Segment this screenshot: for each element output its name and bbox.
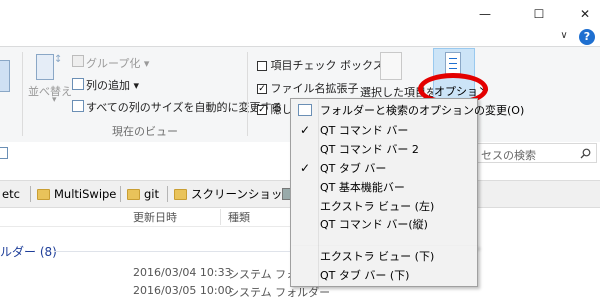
file-extension-checkbox[interactable]: ✓ <box>257 84 267 94</box>
folder-icon <box>127 188 140 200</box>
add-column-label: 列の追加 <box>86 79 130 92</box>
menu-item-qt-command-bar-vertical[interactable]: QT コマンド バー(縦) <box>292 214 476 233</box>
size-all-columns-button[interactable]: すべての列のサイズを自動的に変更する <box>86 99 282 115</box>
options-icon-line <box>449 58 457 59</box>
options-dropdown-menu: フォルダーと検索のオプションの変更(O) ✓ QT コマンド バー QT コマン… <box>290 98 524 248</box>
row-date: 2016/03/05 10:00 <box>133 284 232 297</box>
sort-button[interactable]: ↕ <box>36 54 63 80</box>
tab-etc[interactable]: etc <box>2 181 20 207</box>
menu-item-qt-command-bar[interactable]: ✓ QT コマンド バー <box>292 120 476 139</box>
search-icon[interactable] <box>580 148 591 159</box>
column-header-type[interactable]: 種類 <box>228 209 250 225</box>
sort-icon <box>36 54 54 80</box>
menu-item-label: エクストラ ビュー (左) <box>320 199 435 213</box>
row-date: 2016/03/04 10:33 <box>133 266 232 279</box>
search-placeholder: セスの検索 <box>481 149 536 162</box>
tab-label: etc <box>2 187 20 201</box>
menu-item-qt-command-bar-2[interactable]: QT コマンド バー 2 <box>292 139 476 158</box>
tab-separator <box>30 186 31 202</box>
tab-git[interactable]: git <box>127 181 159 207</box>
tab-separator <box>167 186 168 202</box>
maximize-icon: ☐ <box>533 7 545 21</box>
file-extension-toggle[interactable]: ✓ ファイル名拡張子 <box>257 80 359 96</box>
ribbon-separator <box>247 52 248 136</box>
column-divider <box>220 209 221 225</box>
chevron-down-icon: ▾ <box>143 57 150 70</box>
file-extension-label: ファイル名拡張子 <box>270 82 359 95</box>
close-button[interactable]: ✕ <box>562 0 600 28</box>
menu-item-label: QT タブ バー (下) <box>320 268 410 282</box>
minimize-icon: — <box>479 7 491 21</box>
item-checkbox-label: 項目チェック ボックス <box>270 59 384 72</box>
hide-selected-icon <box>380 52 402 80</box>
menu-item-qt-basic-bar[interactable]: QT 基本機能バー <box>292 177 476 196</box>
maximize-button[interactable]: ☐ <box>516 0 562 28</box>
group-by-label: グループ化 <box>86 57 141 70</box>
sort-label: 並べ替え <box>28 85 72 98</box>
search-input[interactable]: セスの検索 <box>462 143 597 163</box>
menu-item-extra-view-bottom[interactable]: エクストラ ビュー (下) <box>292 246 476 265</box>
group-header[interactable]: ルダー (8) <box>0 243 57 260</box>
tab-separator <box>120 186 121 202</box>
help-icon: ? <box>583 30 591 43</box>
tab-screenshot[interactable]: スクリーンショット <box>174 181 294 207</box>
menu-item-extra-view-left[interactable]: エクストラ ビュー (左) <box>292 196 476 215</box>
tab-label: git <box>144 187 160 201</box>
close-icon: ✕ <box>579 7 591 21</box>
title-bar <box>0 0 600 28</box>
options-icon-line <box>449 68 457 69</box>
current-view-group-label: 現在のビュー <box>112 125 178 138</box>
menu-item-label: QT 基本機能バー <box>320 180 405 194</box>
item-checkbox-box[interactable] <box>257 61 267 71</box>
menu-item-label: エクストラ ビュー (下) <box>320 249 435 263</box>
hidden-items-toggle[interactable]: ✓ 隠し <box>257 101 293 117</box>
group-divider <box>54 251 290 252</box>
chevron-down-icon: ▾ <box>133 79 140 92</box>
menu-item-folder-options[interactable]: フォルダーと検索のオプションの変更(O) <box>292 100 524 119</box>
tab-label: スクリーンショット <box>191 187 294 201</box>
hidden-items-checkbox[interactable]: ✓ <box>257 105 267 115</box>
menu-item-label: フォルダーと検索のオプションの変更(O) <box>320 103 525 117</box>
menu-item-label: QT コマンド バー 2 <box>320 142 419 156</box>
address-icon <box>0 147 8 159</box>
options-icon-line <box>449 63 457 64</box>
collapse-ribbon-button[interactable]: ∨ <box>556 30 572 44</box>
minimize-button[interactable]: — <box>462 0 508 28</box>
layout-pane-icon <box>0 60 10 92</box>
item-checkbox-toggle[interactable]: 項目チェック ボックス <box>257 57 384 73</box>
menu-item-qt-tab-bar-bottom[interactable]: QT タブ バー (下) <box>292 265 476 284</box>
menu-item-label: QT コマンド バー <box>320 123 409 137</box>
folder-icon <box>174 188 187 200</box>
ribbon-separator <box>22 52 23 136</box>
check-icon: ✓ <box>299 160 311 175</box>
chevron-down-icon: ∨ <box>560 30 568 41</box>
folder-icon <box>37 188 50 200</box>
tab-label: MultiSwipe <box>54 187 117 201</box>
group-by-icon <box>72 55 84 67</box>
menu-item-label: QT タブ バー <box>320 161 387 175</box>
tab-multiswipe[interactable]: MultiSwipe <box>37 181 116 207</box>
check-icon: ✓ <box>299 122 311 137</box>
menu-item-qt-tab-bar[interactable]: ✓ QT タブ バー <box>292 158 476 177</box>
add-column-icon <box>72 78 84 90</box>
sort-arrow-icon: ↕ <box>54 54 63 65</box>
options-dropdown-menu-lower: エクストラ ビュー (下) QT タブ バー (下) <box>290 246 478 287</box>
size-all-columns-label: すべての列のサイズを自動的に変更する <box>86 101 283 114</box>
menu-item-label: QT コマンド バー(縦) <box>320 217 428 231</box>
sort-dropdown-icon: ▾ <box>52 95 57 105</box>
group-by-button[interactable]: グループ化 ▾ <box>86 55 149 71</box>
add-column-button[interactable]: 列の追加 ▾ <box>86 77 139 93</box>
column-header-modified[interactable]: 更新日時 <box>133 209 177 225</box>
help-button[interactable]: ? <box>579 29 595 45</box>
folder-options-icon <box>292 103 318 117</box>
size-columns-icon <box>72 100 84 112</box>
header-divider <box>0 226 290 227</box>
